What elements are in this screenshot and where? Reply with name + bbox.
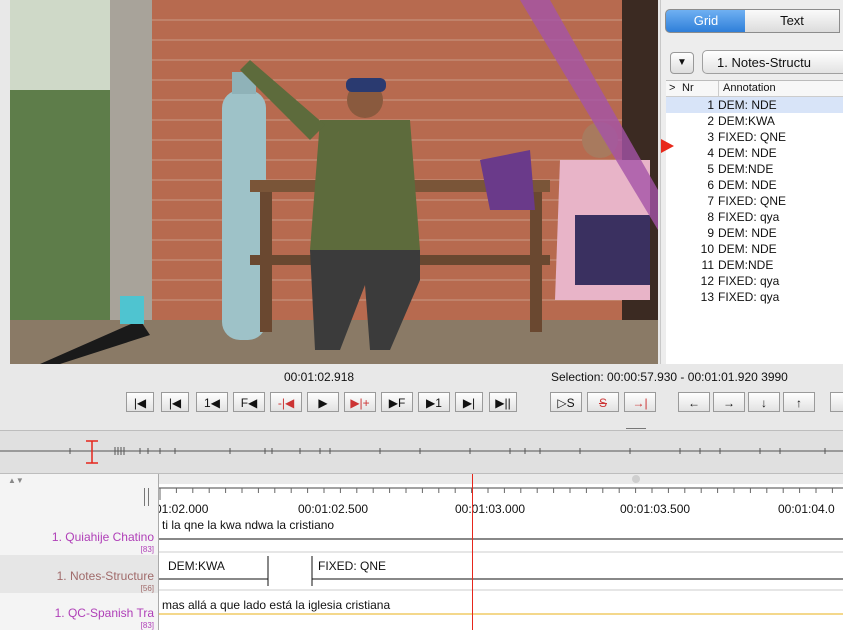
grid-row-nr: 12 — [700, 274, 714, 288]
selection-back-button[interactable]: -|◀ — [270, 392, 302, 412]
tab-grid[interactable]: Grid — [665, 9, 747, 33]
grid-row-nr: 8 — [707, 210, 714, 224]
current-annotation-marker-icon — [661, 139, 674, 153]
grid-row[interactable]: 12 FIXED: qya — [666, 273, 843, 289]
grid-col-marker[interactable]: > — [669, 81, 675, 96]
grid-row[interactable]: 10 DEM: NDE — [666, 241, 843, 257]
tier-count-chatino: [83] — [140, 545, 154, 554]
grid-row-nr: 11 — [701, 258, 714, 272]
grid-row-nr: 6 — [707, 178, 714, 192]
ruler-label-1: 01:02.000 — [155, 502, 209, 516]
grid-row-annotation: FIXED: QNE — [718, 130, 787, 144]
checkbox-partial[interactable] — [830, 392, 843, 412]
grid-row-annotation: FIXED: qya — [718, 274, 780, 288]
ruler-label-5: 00:01:04.0 — [778, 502, 835, 516]
play-selection-button[interactable]: ▷S — [550, 392, 582, 412]
overview-ticks — [0, 440, 843, 464]
ruler-label-3: 00:01:03.000 — [455, 502, 526, 516]
grid-row-annotation: DEM: NDE — [718, 242, 777, 256]
video-viewer[interactable] — [10, 0, 658, 364]
grid-row-nr: 5 — [707, 162, 714, 176]
play-button[interactable]: ▶ — [307, 392, 339, 412]
tier-menu-button[interactable]: ▼ — [670, 52, 694, 74]
one-second-back-button[interactable]: 1◀ — [196, 392, 228, 412]
media-controls: 00:01:02.918 Selection: 00:00:57.930 - 0… — [0, 364, 843, 424]
arrow-down-button[interactable]: ↓ — [748, 392, 780, 412]
go-to-end-button[interactable]: ▶|| — [489, 392, 517, 412]
grid-row[interactable]: 9 DEM: NDE — [666, 225, 843, 241]
annotation-panel: Grid Text ▼ 1. Notes-Structu > Nr Annota… — [660, 0, 843, 365]
media-time: 00:01:02.918 — [284, 370, 355, 384]
grid-row-nr: 9 — [707, 226, 714, 240]
collapse-triangles-icon[interactable]: ▲▼ — [8, 476, 24, 485]
grid-row[interactable]: 3 FIXED: QNE — [666, 129, 843, 145]
tier-count-spanish: [83] — [140, 621, 154, 630]
grid-row-nr: 4 — [707, 146, 714, 160]
one-second-forward-button[interactable]: ▶1 — [418, 392, 450, 412]
tier-label-notes[interactable]: 1. Notes-Structure — [57, 569, 154, 583]
grid-row-annotation: FIXED: qya — [718, 290, 780, 304]
playhead-cursor[interactable] — [472, 474, 473, 630]
video-frame — [10, 0, 658, 364]
overview-timeline[interactable] — [0, 430, 843, 474]
clear-selection-button[interactable]: S — [587, 392, 619, 412]
tier-label-chatino[interactable]: 1. Quiahije Chatino — [52, 530, 154, 544]
grid-row-annotation: DEM: NDE — [718, 98, 777, 112]
grid-row-annotation: FIXED: QNE — [718, 194, 787, 208]
grid-row[interactable]: 11 DEM:NDE — [666, 257, 843, 273]
grid-col-annotation[interactable]: Annotation — [718, 81, 776, 96]
grid-row[interactable]: 4 DEM: NDE — [666, 145, 843, 161]
ruler-label-2: 00:01:02.500 — [298, 502, 369, 516]
grid-row-annotation: DEM: NDE — [718, 146, 777, 160]
tab-text[interactable]: Text — [745, 9, 840, 33]
grid-row[interactable]: 7 FIXED: QNE — [666, 193, 843, 209]
annotation-notes-1[interactable]: DEM:KWA — [168, 559, 225, 573]
grid-row-nr: 1 — [707, 98, 714, 112]
tier-labels: ▲▼ 1. Quiahije Chatino [83] 1. Notes-Str… — [0, 474, 159, 630]
grid-row-nr: 7 — [707, 194, 714, 208]
grid-rows: 1 DEM: NDE 2 DEM:KWA 3 FIXED: QNE 4 DEM: NDE 5 DE… — [666, 97, 843, 305]
selection-forward-button[interactable]: ▶|+ — [344, 392, 376, 412]
tier-select[interactable]: 1. Notes-Structu — [702, 50, 843, 74]
grid-row[interactable]: 5 DEM:NDE — [666, 161, 843, 177]
label-splitter[interactable] — [144, 488, 149, 506]
grid-row-nr: 2 — [707, 114, 714, 128]
ruler-label-4: 00:01:03.500 — [620, 502, 691, 516]
triangle-down-icon: ▼ — [677, 57, 687, 68]
frame-forward-button[interactable]: ▶F — [381, 392, 413, 412]
grid-row[interactable]: 13 FIXED: qya — [666, 289, 843, 305]
grid-row-annotation: DEM:NDE — [718, 162, 774, 176]
grid-row[interactable]: 1 DEM: NDE — [666, 97, 843, 113]
frame-back-button[interactable]: F◀ — [233, 392, 265, 412]
grid-row-nr: 10 — [700, 242, 714, 256]
grid-row-annotation: FIXED: qya — [718, 210, 780, 224]
grid-row[interactable]: 8 FIXED: qya — [666, 209, 843, 225]
grid-row-nr: 3 — [707, 130, 714, 144]
grid-row-nr: 13 — [700, 290, 714, 304]
annotation-grid: > Nr Annotation 1 DEM: NDE 2 DEM:KWA 3 FIXED:… — [666, 80, 843, 365]
grid-row-annotation: DEM:NDE — [718, 258, 774, 272]
arrow-left-button[interactable]: ← — [678, 392, 710, 412]
grid-row-annotation: DEM: NDE — [718, 226, 777, 240]
grid-row-annotation: DEM:KWA — [718, 114, 775, 128]
annotation-chatino[interactable]: ti la qne la kwa ndwa la cristiano — [162, 518, 334, 532]
tier-label-spanish[interactable]: 1. QC-Spanish Tra — [55, 606, 154, 620]
arrow-up-button[interactable]: ↑ — [783, 392, 815, 412]
grid-header: > Nr Annotation — [666, 81, 843, 97]
arrow-right-button[interactable]: → — [713, 392, 745, 412]
selection-info: Selection: 00:00:57.930 - 00:01:01.920 3… — [551, 370, 788, 384]
grid-row-annotation: DEM: NDE — [718, 178, 777, 192]
grid-col-nr[interactable]: Nr — [682, 81, 694, 96]
annotation-spanish[interactable]: mas allá a que lado está la iglesia cris… — [162, 598, 390, 612]
grid-row[interactable]: 6 DEM: NDE — [666, 177, 843, 193]
to-selection-button[interactable]: →| — [624, 392, 656, 412]
go-to-begin-button[interactable]: |◀ — [126, 392, 154, 412]
previous-pixel-button[interactable]: |◀ — [161, 392, 189, 412]
next-pixel-button[interactable]: ▶| — [455, 392, 483, 412]
grid-row[interactable]: 2 DEM:KWA — [666, 113, 843, 129]
annotation-notes-2[interactable]: FIXED: QNE — [318, 559, 386, 573]
tier-count-notes: [56] — [140, 584, 154, 593]
